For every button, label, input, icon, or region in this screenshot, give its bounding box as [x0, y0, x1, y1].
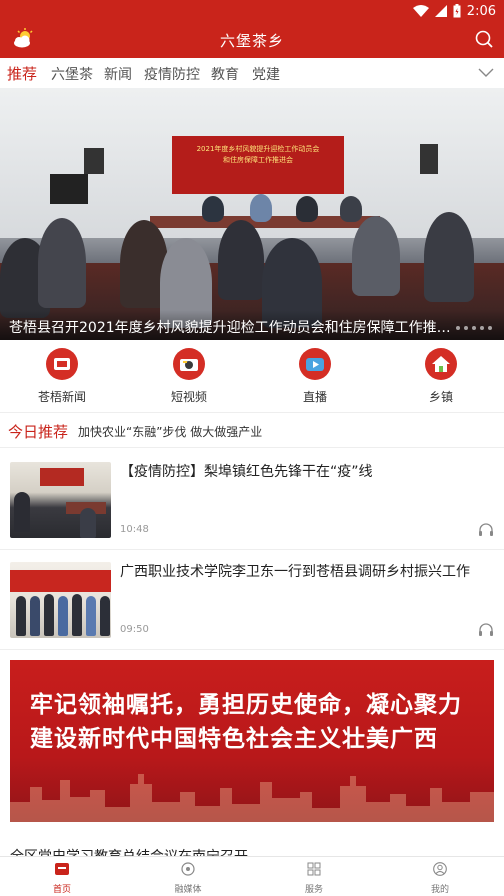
shortcut-township[interactable]: 乡镇 [401, 348, 481, 405]
nav-media[interactable]: 融媒体 [158, 861, 218, 895]
banner-person [424, 212, 474, 302]
battery-icon [453, 4, 461, 18]
shortcut-grid: 苍梧新闻 短视频 直播 乡镇 [0, 340, 504, 408]
shortcut-live[interactable]: 直播 [275, 348, 355, 405]
banner-person [352, 216, 400, 296]
banner-person [250, 194, 272, 222]
news-item[interactable]: 广西职业技术学院李卫东一行到苍梧县调研乡村振兴工作 09:50 [0, 550, 504, 650]
shortcut-label: 苍梧新闻 [37, 390, 86, 404]
category-tabs: 推荐 六堡茶 新闻 疫情防控 教育 党建 [0, 58, 504, 88]
wifi-icon [412, 5, 429, 17]
banner-person [340, 196, 362, 222]
tab-liubao-tea[interactable]: 六堡茶 [51, 64, 93, 84]
news-title: 广西职业技术学院李卫东一行到苍梧县调研乡村振兴工作 [120, 564, 470, 580]
today-recommend[interactable]: 今日推荐 加快农业“东融”步伐 做大做强产业 [0, 412, 504, 448]
grid-services-icon [307, 862, 321, 876]
banner-person [296, 196, 318, 222]
nav-services[interactable]: 服务 [284, 861, 344, 895]
tab-epidemic[interactable]: 疫情防控 [144, 64, 200, 84]
shortcut-label: 乡镇 [428, 390, 453, 404]
pagination-dot [472, 326, 476, 330]
tab-party[interactable]: 党建 [252, 64, 280, 84]
shortcut-label: 短视频 [170, 390, 207, 404]
banner-person [38, 218, 86, 308]
nav-label: 我的 [430, 885, 449, 895]
shortcut-canwu-news[interactable]: 苍梧新闻 [22, 348, 102, 405]
banner-photo-tv [50, 174, 88, 204]
news-thumbnail [10, 562, 111, 638]
news-tv-icon [46, 348, 78, 380]
top-bar: 2:06 六堡茶乡 [0, 0, 504, 58]
news-item[interactable]: 【疫情防控】梨埠镇红色先锋干在“疫”线 10:48 [0, 450, 504, 550]
tab-news[interactable]: 新闻 [104, 64, 132, 84]
tab-education[interactable]: 教育 [211, 64, 239, 84]
banner-caption: 苍梧县召开2021年度乡村风貌提升迎检工作动员会和住房保障工作推进会 [9, 320, 461, 336]
nav-me[interactable]: 我的 [410, 861, 470, 895]
signal-icon [434, 5, 447, 17]
nav-label: 首页 [52, 885, 71, 895]
speaker-right [420, 144, 438, 174]
news-thumbnail [10, 462, 111, 538]
news-time: 10:48 [120, 524, 149, 535]
tab-recommend[interactable]: 推荐 [7, 63, 37, 84]
promo-text: 牢记领袖嘱托，勇担历史使命，凝心聚力建设新时代中国特色社会主义壮美广西 [30, 692, 462, 752]
app-header: 六堡茶乡 [0, 22, 504, 58]
status-icons: 2:06 [412, 3, 496, 19]
camera-icon [173, 348, 205, 380]
home-icon [55, 863, 69, 875]
pagination-dot [480, 326, 484, 330]
today-recommend-label: 今日推荐 [8, 423, 69, 441]
banner-screen-text: 2021年度乡村风貌提升迎检工作动员会 和住房保障工作推进会 [196, 145, 320, 164]
city-skyline-decoration [10, 774, 494, 822]
speaker-left [84, 148, 104, 174]
app-root: 2:06 六堡茶乡 推荐 六堡茶 新闻 疫情防控 教育 党建 2021年度乡村风… [0, 0, 504, 896]
status-bar: 2:06 [0, 0, 504, 22]
media-icon [181, 862, 195, 876]
news-title: 【疫情防控】梨埠镇红色先锋干在“疫”线 [120, 464, 373, 480]
today-recommend-headline[interactable]: 加快农业“东融”步伐 做大做强产业 [78, 423, 262, 440]
promo-banner[interactable]: 牢记领袖嘱托，勇担历史使命，凝心聚力建设新时代中国特色社会主义壮美广西 [10, 660, 494, 822]
nav-label: 服务 [304, 885, 323, 895]
shortcut-short-video[interactable]: 短视频 [149, 348, 229, 405]
nav-label: 融媒体 [174, 885, 202, 895]
house-icon [425, 348, 457, 380]
nav-home[interactable]: 首页 [32, 861, 92, 895]
headphones-icon[interactable] [478, 622, 494, 636]
headline-banner[interactable]: 2021年度乡村风貌提升迎检工作动员会 和住房保障工作推进会 苍梧县召开2021… [0, 88, 504, 340]
pagination-dot [488, 326, 492, 330]
status-time: 2:06 [466, 3, 496, 19]
banner-person [202, 196, 224, 222]
app-title: 六堡茶乡 [219, 32, 284, 50]
shortcut-label: 直播 [302, 390, 327, 404]
bottom-navigation: 首页 融媒体 服务 我的 [0, 856, 504, 896]
search-icon[interactable] [474, 29, 494, 49]
chevron-down-icon[interactable] [478, 66, 494, 78]
banner-person [218, 220, 264, 300]
user-icon [433, 862, 447, 876]
news-time: 09:50 [120, 624, 149, 635]
pagination-dot [464, 326, 468, 330]
live-play-icon [299, 348, 331, 380]
headphones-icon[interactable] [478, 522, 494, 536]
banner-pagination [456, 326, 492, 330]
pagination-dot [456, 326, 460, 330]
